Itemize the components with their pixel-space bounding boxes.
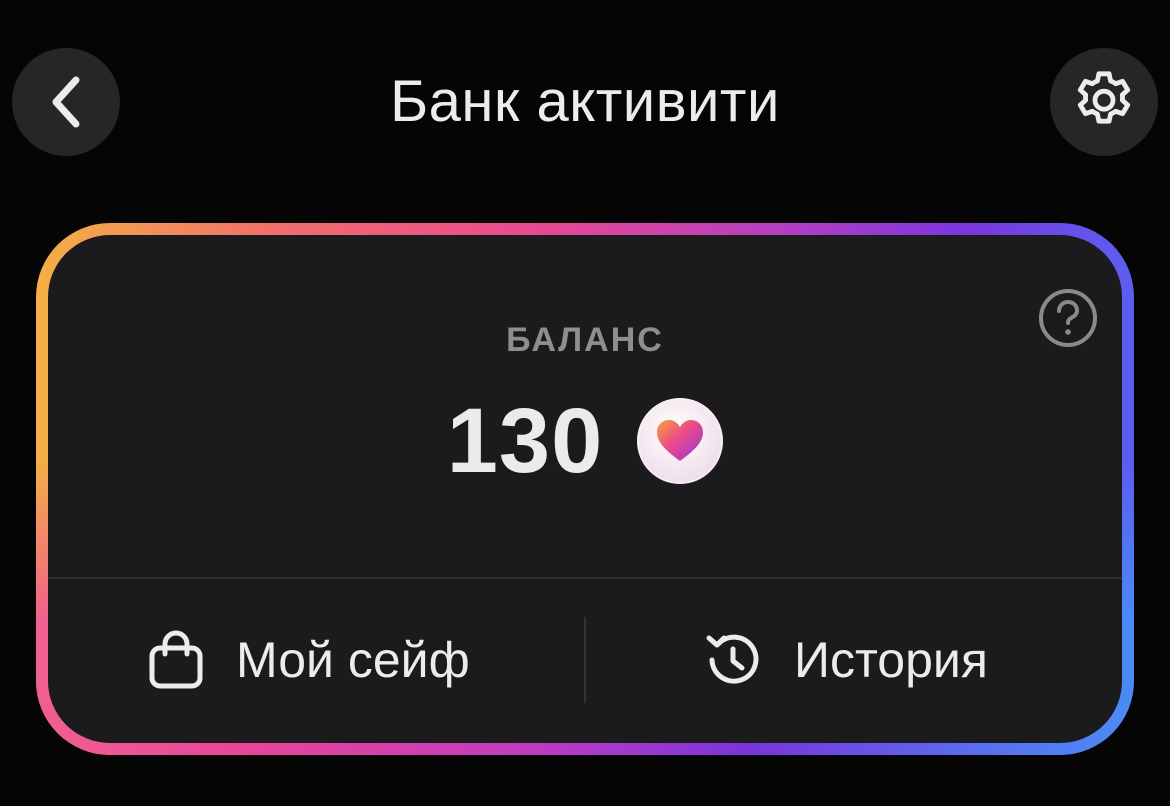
page-title: Банк активити bbox=[390, 69, 780, 134]
balance-value: 130 bbox=[446, 390, 604, 492]
card-divider bbox=[48, 577, 1122, 579]
my-safe-label: Мой сейф bbox=[236, 632, 470, 688]
balance-row: 130 bbox=[48, 391, 1122, 491]
actions-divider bbox=[584, 617, 586, 703]
history-label: История bbox=[794, 632, 988, 688]
gear-icon bbox=[1077, 71, 1131, 124]
heart-coin-icon bbox=[637, 398, 724, 484]
settings-button[interactable] bbox=[1050, 48, 1158, 156]
balance-label: БАЛАНС bbox=[506, 321, 664, 359]
history-icon bbox=[706, 634, 759, 684]
shopping-bag-icon bbox=[149, 630, 203, 689]
history-button[interactable]: История bbox=[702, 615, 988, 705]
my-safe-button[interactable]: Мой сейф bbox=[148, 615, 470, 705]
balance-card-body: БАЛАНС 130 Мой сейф История bbox=[48, 235, 1122, 743]
screen: Банк активити БАЛАНС 130 Мой сейф Истори… bbox=[0, 0, 1170, 806]
balance-card: БАЛАНС 130 Мой сейф История bbox=[36, 223, 1134, 755]
